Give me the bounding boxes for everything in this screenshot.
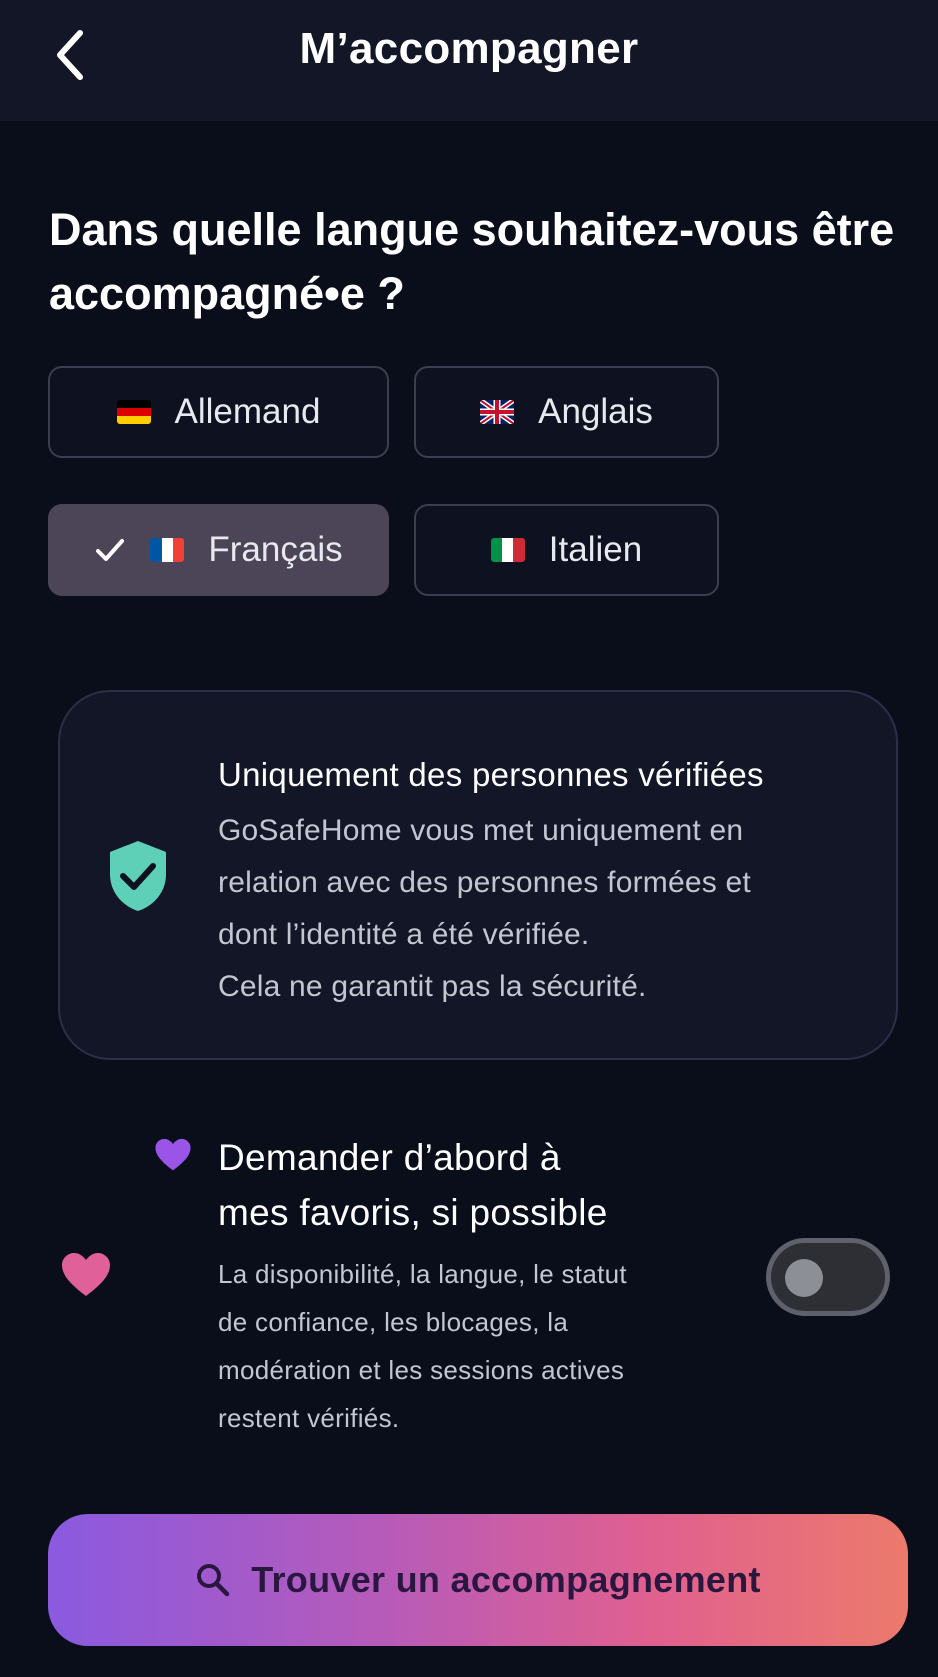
check-icon	[94, 536, 126, 564]
flag-it-icon	[490, 538, 525, 562]
flag-de-icon	[116, 400, 151, 424]
language-chip-francais[interactable]: Français	[48, 504, 389, 596]
cta-label: Trouver un accompagnement	[251, 1559, 761, 1600]
shield-check-icon	[110, 841, 166, 911]
favorites-text-line: modération et les sessions actives	[218, 1355, 625, 1385]
favorites-description: La disponibilité, la langue, le statut d…	[218, 1250, 738, 1442]
heart-icon	[62, 1253, 110, 1296]
language-label: Italien	[548, 530, 643, 569]
card-text-line: dont l’identité a été vérifiée.	[218, 918, 590, 951]
language-chip-anglais[interactable]: Anglais	[414, 366, 719, 458]
flag-gb-icon	[480, 400, 515, 424]
card-text-line: GoSafeHome vous met uniquement en	[218, 814, 744, 847]
language-label: Français	[208, 530, 343, 569]
purple-heart-icon	[155, 1138, 191, 1171]
language-label: Anglais	[538, 392, 653, 431]
favorites-title: Demander d’abord à mes favoris, si possi…	[218, 1130, 738, 1240]
find-accompaniment-button[interactable]: Trouver un accompagnement	[48, 1514, 908, 1646]
flag-fr-icon	[150, 538, 185, 562]
favorites-title-line: mes favoris, si possible	[218, 1192, 608, 1233]
card-title: Uniquement des personnes vérifiées	[218, 756, 764, 793]
card-text: GoSafeHome vous met uniquement en relati…	[218, 805, 858, 1013]
card-text-line: relation avec des personnes formées et	[218, 866, 751, 899]
page-title: M’accompagner	[299, 24, 639, 73]
favorites-toggle[interactable]	[766, 1238, 890, 1316]
language-label: Allemand	[174, 392, 321, 431]
favorites-text-line: restent vérifiés.	[218, 1403, 400, 1433]
language-question: Dans quelle langue souhaitez-vous être a…	[49, 204, 895, 319]
favorites-text-line: La disponibilité, la langue, le statut	[218, 1259, 627, 1289]
search-icon	[195, 1562, 231, 1598]
language-chip-allemand[interactable]: Allemand	[48, 366, 389, 458]
language-chip-italien[interactable]: Italien	[414, 504, 719, 596]
header: M’accompagner	[0, 0, 938, 121]
toggle-knob	[785, 1259, 823, 1297]
favorites-title-line: Demander d’abord à	[218, 1137, 561, 1178]
card-text-line: Cela ne garantit pas la sécurité.	[218, 970, 647, 1003]
favorites-text-line: de confiance, les blocages, la	[218, 1307, 569, 1337]
